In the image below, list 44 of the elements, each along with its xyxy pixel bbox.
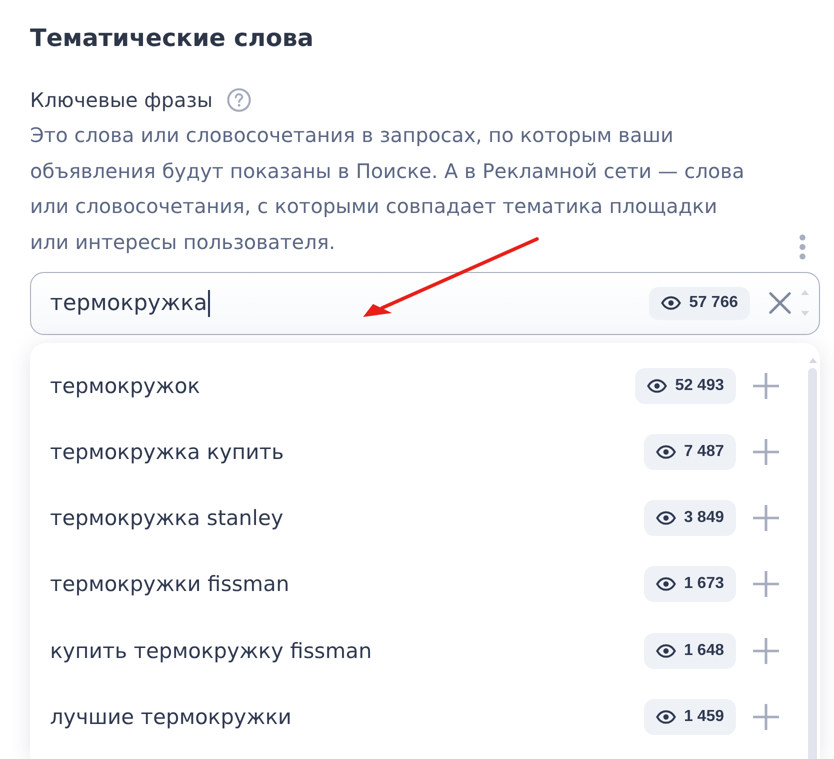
eye-icon xyxy=(656,511,676,526)
plus-icon xyxy=(753,439,779,466)
suggestion-text[interactable]: термокружок xyxy=(50,374,200,398)
impressions-count: 57 766 xyxy=(689,294,738,312)
eye-icon xyxy=(656,710,676,724)
add-button[interactable] xyxy=(753,505,779,532)
help-icon[interactable] xyxy=(226,88,251,112)
add-button[interactable] xyxy=(753,571,779,598)
suggestion-text[interactable]: термокружка купить xyxy=(50,440,284,464)
scrollbar-thumb[interactable] xyxy=(808,368,817,759)
impressions-count: 1 459 xyxy=(684,708,724,726)
section-title: Тематические слова xyxy=(30,23,315,54)
plus-icon xyxy=(753,505,779,532)
impressions-count: 1 648 xyxy=(684,642,724,660)
eye-icon xyxy=(647,378,668,393)
plus-icon xyxy=(753,571,779,598)
eye-icon xyxy=(656,577,676,592)
add-button[interactable] xyxy=(753,704,779,730)
plus-icon xyxy=(753,638,779,664)
field-description: Это слова или словосочетания в запросах, по которым ваши объявления будут показаны в Поиске. А в Рекламной сети — слова или словосочетания, с которыми совпадает тематика площадки или интересы пользователя. xyxy=(30,122,746,256)
suggestion-text[interactable]: термокружка stanley xyxy=(50,506,284,530)
suggestion-text[interactable]: термокружки fissman xyxy=(50,572,290,596)
add-button[interactable] xyxy=(753,372,779,399)
plus-icon xyxy=(753,372,779,399)
plus-icon xyxy=(753,704,779,730)
impressions-count: 7 487 xyxy=(684,443,724,462)
eye-icon xyxy=(656,644,676,658)
eye-icon xyxy=(656,445,676,460)
impressions-count: 1 673 xyxy=(684,575,724,594)
more-icon[interactable] xyxy=(799,234,806,260)
impressions-count: 52 493 xyxy=(675,376,724,395)
scroll-down-icon[interactable] xyxy=(801,311,809,316)
scroll-up-icon[interactable] xyxy=(808,358,816,363)
close-icon[interactable] xyxy=(769,292,791,314)
keyword-input-field[interactable]: термокружка 57 766 xyxy=(30,272,820,335)
suggestion-text[interactable]: лучшие термокружки xyxy=(50,704,292,729)
add-button[interactable] xyxy=(753,638,779,664)
eye-icon xyxy=(661,296,682,310)
scroll-up-icon[interactable] xyxy=(801,290,809,296)
text-cursor-icon xyxy=(208,290,210,317)
suggestion-text[interactable]: купить термокружку fissman xyxy=(50,638,372,663)
add-button[interactable] xyxy=(753,439,779,466)
field-label: Ключевые фразы xyxy=(30,87,213,114)
impressions-count: 3 849 xyxy=(684,509,724,528)
